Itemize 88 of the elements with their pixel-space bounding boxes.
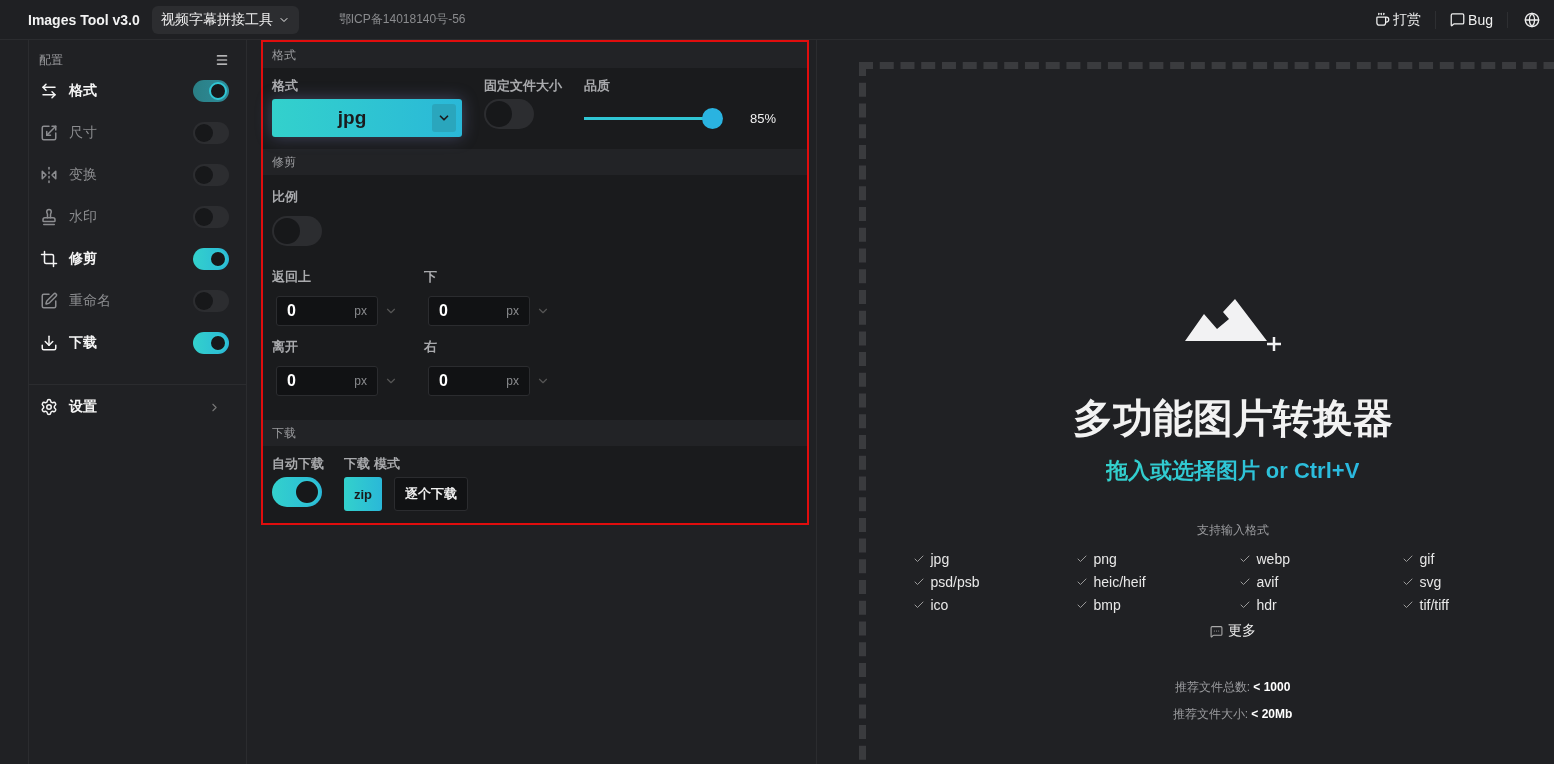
field-label: 下载 模式 [344, 455, 401, 473]
format-name: psd/psb [930, 574, 980, 590]
quality-value: 85% [750, 110, 777, 126]
format-name: webp [1256, 551, 1290, 567]
donate-link[interactable]: 打赏 [1361, 10, 1437, 29]
unit-label: px [354, 304, 367, 318]
formats-heading: 支持输入格式 [1196, 522, 1269, 539]
bug-link[interactable]: Bug [1436, 11, 1508, 28]
stamp-icon [40, 208, 58, 226]
field-label: 自动下载 [272, 455, 324, 473]
feature-switch[interactable] [193, 332, 229, 354]
mode-button[interactable]: 逐个下载 [394, 477, 469, 511]
mode-button[interactable]: zip [344, 477, 383, 511]
drop-zone[interactable]: 多功能图片转换器 拖入或选择图片 or Ctrl+V 支持输入格式 jpg png webp gif psd/psb heic/heif avif svg ico bmp hdr tif/tiff 更多 推荐文件总数: < 1000 推荐文件大小: < 20Mb [859, 62, 1554, 764]
sidebar-title: 配置 [39, 51, 63, 69]
auto-download-switch[interactable] [272, 477, 322, 507]
recommendation-text: 推荐文件总数: < 1000 [1174, 679, 1291, 696]
icp-number: 鄂ICP备14018140号-56 [338, 11, 466, 28]
sidebar-label: 尺寸 [69, 124, 98, 142]
section-header: 下载 [272, 424, 296, 442]
field-label: 返回上 [272, 268, 312, 286]
unit-label: px [506, 374, 519, 388]
field-label: 固定文件大小 [484, 77, 562, 95]
sidebar-label: 修剪 [69, 250, 98, 268]
number-field[interactable]: 0 px [428, 366, 530, 396]
field-label: 格式 [272, 77, 299, 95]
flip-icon [40, 166, 58, 184]
format-name: svg [1419, 574, 1442, 590]
menu-icon[interactable] [215, 53, 229, 67]
crop-icon [40, 250, 58, 268]
unit-label: px [506, 304, 519, 318]
download-icon [40, 334, 58, 352]
sidebar-label: 变换 [69, 166, 98, 184]
check-icon [1238, 553, 1251, 565]
section-header: 修剪 [272, 153, 296, 171]
check-icon [1238, 599, 1251, 611]
format-name: avif [1256, 574, 1279, 590]
format-name: jpg [930, 551, 950, 567]
sidebar-label: 水印 [69, 208, 98, 226]
format-name: hdr [1256, 597, 1277, 613]
settings-link[interactable]: 设置 [69, 398, 208, 416]
cup-icon [1375, 12, 1391, 27]
field-label: 比例 [272, 188, 299, 206]
number-field[interactable]: 0 px [276, 296, 378, 326]
field-label: 品质 [584, 77, 611, 95]
app-title: Images Tool v3.0 [28, 11, 140, 28]
mountain-plus-icon [1182, 297, 1283, 353]
slider-thumb[interactable] [701, 107, 723, 129]
check-icon [1401, 599, 1414, 611]
message-icon [1209, 624, 1223, 638]
settings-icon [40, 398, 58, 416]
more-link[interactable]: 更多 [1203, 621, 1262, 641]
check-icon [1401, 553, 1414, 565]
format-name: bmp [1093, 597, 1121, 613]
resize-icon [40, 124, 58, 142]
message-icon [1450, 12, 1466, 27]
format-name: png [1093, 551, 1117, 567]
format-name: ico [930, 597, 949, 613]
section-header: 格式 [272, 46, 296, 64]
check-icon [1075, 553, 1088, 565]
format-name: heic/heif [1093, 574, 1146, 590]
format-select[interactable]: jpg [272, 99, 462, 137]
tool-dropdown[interactable]: 视频字幕拼接工具 [151, 5, 299, 34]
sidebar-label: 格式 [69, 82, 98, 100]
pen-square-icon [40, 292, 58, 310]
globe-icon [1524, 11, 1540, 28]
recommendation-text: 推荐文件大小: < 20Mb [1172, 706, 1293, 723]
check-icon [1075, 576, 1088, 588]
field-label: 离开 [272, 338, 299, 356]
check-icon [912, 576, 925, 588]
check-icon [912, 553, 925, 565]
field-label: 下 [424, 268, 438, 286]
check-icon [912, 599, 925, 611]
format-name: tif/tiff [1419, 597, 1449, 613]
number-field[interactable]: 0 px [276, 366, 378, 396]
check-icon [1075, 599, 1088, 611]
feature-switch[interactable] [193, 248, 229, 270]
arrows-icon [40, 82, 58, 100]
unit-label: px [354, 374, 367, 388]
main-title: 多功能图片转换器 [1072, 395, 1393, 442]
number-field[interactable]: 0 px [428, 296, 530, 326]
feature-switch[interactable] [193, 80, 229, 102]
check-icon [1401, 576, 1414, 588]
sidebar-label: 下载 [69, 334, 98, 352]
check-icon [1238, 576, 1251, 588]
field-label: 右 [424, 338, 438, 356]
sidebar-label: 重命名 [69, 292, 112, 310]
format-name: gif [1419, 551, 1435, 567]
